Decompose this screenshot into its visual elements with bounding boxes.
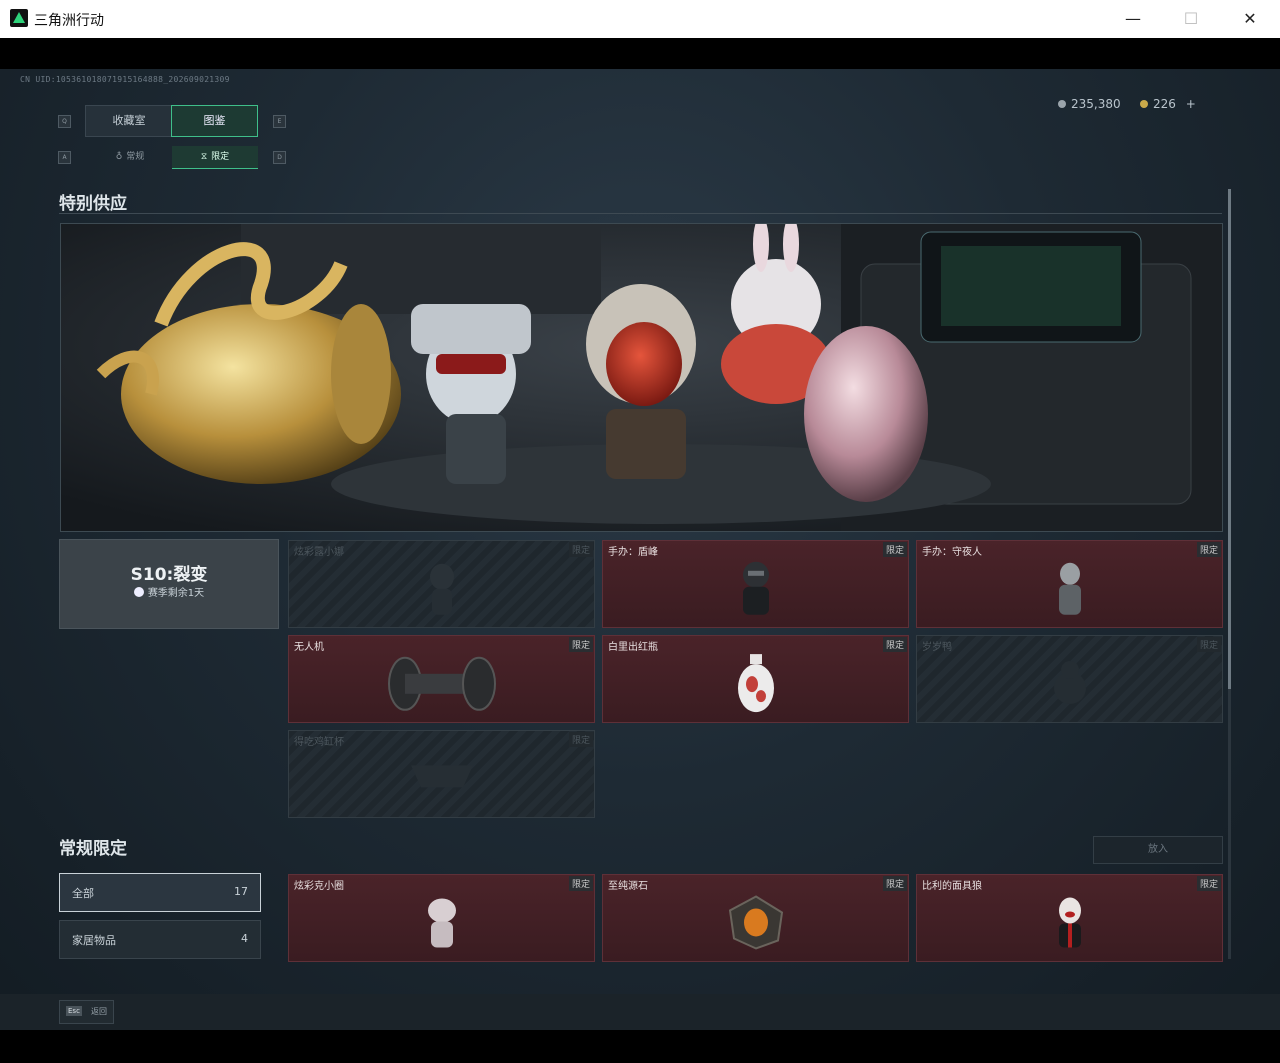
item-card[interactable]: 岁岁鸭 限定 (916, 635, 1223, 723)
key-hint-a: A (58, 151, 71, 164)
limited-badge: 限定 (882, 637, 907, 652)
vase-icon (737, 654, 774, 713)
item-card[interactable]: 白里出红瓶 限定 (602, 635, 909, 723)
back-button[interactable]: Esc 返回 (59, 1000, 114, 1024)
filter-all-count: 17 (234, 885, 248, 898)
section-title-special: 特别供应 (59, 194, 127, 214)
item-figure-icon (429, 563, 454, 615)
scrollbar-thumb[interactable] (1228, 189, 1231, 689)
item-name: 无人机 (294, 642, 324, 653)
source-stone-icon (728, 895, 783, 950)
item-card[interactable]: 得吃鸡缸杯 限定 (288, 730, 595, 818)
filter-all[interactable]: 全部 17 (59, 873, 261, 912)
item-card[interactable]: 炫彩露小娜 限定 (288, 540, 595, 628)
limited-badge: 限定 (1196, 542, 1221, 557)
limited-badge: 限定 (1196, 876, 1221, 891)
add-currency-button[interactable]: + (1186, 97, 1196, 111)
cup-icon (410, 765, 473, 788)
limited-icon: ⧖ (200, 152, 208, 162)
item-name: 手办：盾峰 (608, 547, 658, 558)
limited-badge: 限定 (568, 637, 593, 652)
item-card[interactable]: 炫彩克小圈 限定 (288, 874, 595, 962)
scrollbar-track[interactable] (1228, 189, 1231, 959)
item-figure-icon (427, 898, 456, 948)
back-label: 返回 (91, 1007, 107, 1016)
filter-all-label: 全部 (72, 887, 94, 900)
item-name: 得吃鸡缸杯 (294, 737, 344, 748)
clock-icon (133, 587, 144, 597)
banner-artwork (61, 224, 1222, 531)
section-divider (59, 213, 1222, 214)
app-logo-icon (10, 9, 28, 27)
duck-icon (1053, 661, 1086, 704)
currency-gold: 226 + (1140, 97, 1196, 111)
item-card[interactable]: 比利的面具狼 限定 (916, 874, 1223, 962)
key-hint-e: E (273, 115, 286, 128)
subtab-regular[interactable]: ♁ 常规 (88, 146, 172, 168)
limited-badge: 限定 (568, 732, 593, 747)
filter-home-count: 4 (241, 932, 248, 945)
special-supply-banner[interactable] (60, 223, 1223, 532)
close-button[interactable]: ✕ (1237, 6, 1263, 32)
drone-icon (387, 656, 496, 711)
limited-badge: 限定 (568, 542, 593, 557)
esc-key-hint: Esc (66, 1006, 82, 1016)
item-card[interactable]: 至纯源石 限定 (602, 874, 909, 962)
season-remaining-text: 赛季剩余1天 (147, 588, 205, 599)
window-title: 三角洲行动 (34, 13, 104, 29)
item-card[interactable]: 手办：盾峰 限定 (602, 540, 909, 628)
subtab-limited-label: 限定 (211, 152, 230, 162)
gold-coin-icon (1140, 100, 1148, 108)
regular-icon: ♁ (115, 152, 123, 162)
currency-silver-value: 235,380 (1071, 97, 1121, 111)
tab-codex[interactable]: 图鉴 (171, 105, 258, 137)
player-uid: CN UID:105361018071915164888_20260902130… (20, 75, 230, 84)
currency-gold-value: 226 (1153, 97, 1176, 111)
game-viewport: CN UID:105361018071915164888_20260902130… (0, 69, 1280, 1030)
mask-figure-icon (1058, 897, 1081, 948)
filter-home-items[interactable]: 家居物品 4 (59, 920, 261, 959)
season-name: S10:裂变 (130, 565, 208, 585)
window-titlebar: 三角洲行动 — ☐ ✕ (0, 0, 1280, 38)
season-remaining: 赛季剩余1天 (60, 584, 278, 599)
silver-coin-icon (1058, 100, 1066, 108)
place-button[interactable]: 放入 (1093, 836, 1223, 864)
maximize-button[interactable]: ☐ (1178, 6, 1204, 32)
filter-home-label: 家居物品 (72, 934, 116, 947)
subtab-regular-label: 常规 (126, 152, 145, 162)
item-name: 比利的面具狼 (922, 881, 982, 892)
item-name: 炫彩克小圈 (294, 881, 344, 892)
item-figure-icon (742, 561, 769, 615)
bottom-bar: Esc 返回 (0, 994, 1280, 1030)
tab-collection-room[interactable]: 收藏室 (85, 105, 173, 137)
limited-badge: 限定 (1196, 637, 1221, 652)
limited-badge: 限定 (568, 876, 593, 891)
item-name: 手办：守夜人 (922, 547, 982, 558)
key-hint-q: Q (58, 115, 71, 128)
item-card[interactable]: 手办：守夜人 限定 (916, 540, 1223, 628)
limited-badge: 限定 (882, 542, 907, 557)
limited-badge: 限定 (882, 876, 907, 891)
season-info-card[interactable]: S10:裂变 赛季剩余1天 (59, 539, 279, 629)
key-hint-d: D (273, 151, 286, 164)
item-card[interactable]: 无人机 限定 (288, 635, 595, 723)
item-name: 岁岁鸭 (922, 642, 952, 653)
item-figure-icon (1058, 562, 1081, 615)
item-name: 至纯源石 (608, 881, 648, 892)
subtab-limited[interactable]: ⧖ 限定 (172, 146, 258, 169)
minimize-button[interactable]: — (1120, 6, 1146, 32)
item-name: 炫彩露小娜 (294, 547, 344, 558)
section-title-regular: 常规限定 (59, 839, 127, 859)
item-name: 白里出红瓶 (608, 642, 658, 653)
currency-silver: 235,380 (1058, 97, 1121, 111)
